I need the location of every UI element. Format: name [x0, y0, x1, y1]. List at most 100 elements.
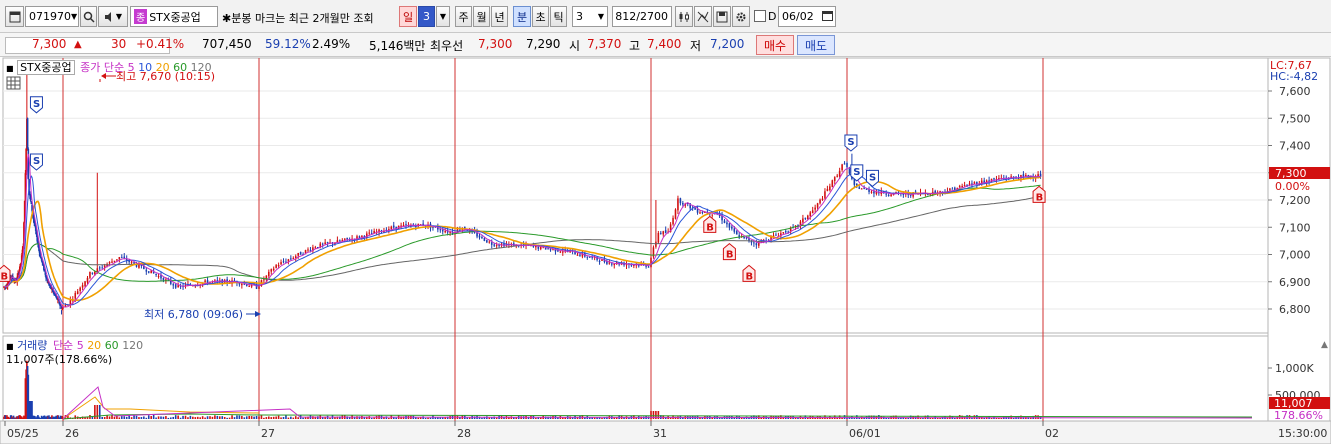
- gear-icon[interactable]: [732, 6, 750, 27]
- volume-bar: [204, 417, 206, 419]
- date-input[interactable]: 06/02: [778, 6, 836, 27]
- chevron-down-icon[interactable]: ▼: [598, 12, 604, 21]
- volume-bar: [843, 415, 846, 419]
- candle-body: [1022, 174, 1025, 177]
- current-price-tag: 7,300: [1275, 167, 1307, 180]
- candle-body: [498, 245, 500, 247]
- y-tick-label: 7,200: [1279, 194, 1311, 207]
- volume-bar: [334, 417, 336, 419]
- volume-bar: [182, 415, 184, 419]
- candle-body: [488, 241, 491, 243]
- candle-body: [775, 234, 777, 236]
- period-day-count[interactable]: 3: [418, 6, 435, 27]
- volume-ratio: 59.12%: [265, 37, 311, 51]
- speaker-icon[interactable]: ▼: [98, 6, 128, 27]
- ma-period-20: 20: [155, 61, 170, 74]
- interval-select[interactable]: 3 ▼: [572, 6, 608, 27]
- volume-bar: [238, 415, 241, 419]
- volume-bar: [170, 417, 172, 419]
- y-tick-label: 7,000: [1279, 249, 1311, 262]
- volume-bar: [214, 415, 216, 419]
- candle-body: [280, 262, 282, 265]
- volume-bar: [268, 416, 270, 419]
- x-tick-label: 28: [457, 427, 471, 440]
- candle-body: [294, 256, 297, 259]
- date-checkbox[interactable]: [754, 10, 766, 22]
- chevron-down-icon[interactable]: ▼: [71, 12, 79, 21]
- volume-bar: [287, 417, 290, 419]
- volume-bar: [495, 417, 498, 419]
- chevron-down-icon[interactable]: ▼: [436, 6, 450, 27]
- candle-body: [490, 242, 493, 245]
- chart-canvas[interactable]: SSBBBBSSSB 7,6007,5007,4007,3007,2007,10…: [0, 57, 1331, 445]
- volume-bar: [243, 417, 246, 419]
- volume-scroll-up-icon[interactable]: ▲: [1321, 340, 1328, 350]
- period-month-button[interactable]: 월: [473, 6, 490, 27]
- volume-bar: [958, 415, 961, 419]
- chevron-down-icon[interactable]: ▼: [116, 12, 122, 21]
- candle-body: [735, 231, 738, 235]
- volume-bar: [304, 417, 307, 419]
- volume-bar: [743, 417, 745, 419]
- price-panel-frame: [2, 57, 1269, 334]
- candle-body: [873, 191, 875, 194]
- high-label: 고: [629, 39, 641, 53]
- period-week-button[interactable]: 주: [455, 6, 472, 27]
- window-icon[interactable]: [5, 6, 24, 27]
- marker-letter: B: [1, 271, 9, 282]
- candle-settings-icon[interactable]: [675, 6, 693, 27]
- candle-body: [339, 240, 341, 242]
- sell-button[interactable]: 매도: [797, 35, 835, 55]
- high-price: 7,400: [647, 37, 682, 51]
- buy-button[interactable]: 매수: [756, 35, 794, 55]
- volume-bar: [143, 416, 145, 419]
- candle-body: [268, 271, 270, 277]
- chart-area[interactable]: SSBBBBSSSB 7,6007,5007,4007,3007,2007,10…: [0, 57, 1331, 445]
- period-minute-button[interactable]: 분: [513, 6, 531, 27]
- volume-bar: [162, 416, 165, 419]
- marker-letter: S: [33, 99, 40, 110]
- candle-body: [392, 225, 395, 228]
- candle-body: [292, 257, 295, 259]
- volume-bar: [294, 416, 297, 419]
- candle-body: [694, 207, 696, 210]
- search-icon[interactable]: [80, 6, 97, 27]
- volume-bar: [199, 417, 201, 419]
- period-second-button[interactable]: 초: [532, 6, 549, 27]
- volume-bar: [628, 417, 630, 419]
- candle-body: [826, 188, 829, 191]
- period-day-button[interactable]: 일: [399, 6, 417, 27]
- data-count-field[interactable]: 812/2700: [612, 6, 672, 27]
- quote-bar: 7,300 ▲ 30 +0.41% 707,450 59.12% 2.49% 5…: [0, 33, 1331, 57]
- ma-label: 종가 단순: [80, 61, 125, 74]
- volume-bar: [285, 415, 287, 419]
- candle-body: [272, 268, 275, 271]
- candle-body: [145, 269, 148, 272]
- candle-body: [346, 237, 348, 240]
- volume-bar: [535, 417, 537, 419]
- candle-body: [723, 220, 726, 223]
- draw-tool-icon[interactable]: [694, 6, 712, 27]
- stock-name-field[interactable]: 종 STX중공업: [130, 6, 218, 27]
- calendar-icon[interactable]: [822, 10, 835, 24]
- period-year-button[interactable]: 년: [491, 6, 508, 27]
- period-tick-button[interactable]: 틱: [550, 6, 567, 27]
- candle-body: [321, 243, 324, 245]
- candle-body: [647, 266, 650, 268]
- candle-body: [890, 194, 892, 197]
- candle-body: [297, 253, 299, 256]
- candle-body: [949, 188, 951, 191]
- stock-code-input[interactable]: 071970 ▼: [25, 6, 79, 27]
- save-icon[interactable]: [713, 6, 731, 27]
- x-tick-label: 05/25: [7, 427, 39, 440]
- volume-bar: [140, 417, 143, 419]
- volume-bar: [130, 417, 133, 419]
- candle-body: [784, 231, 787, 233]
- candle-body: [108, 261, 111, 264]
- marker-letter: S: [869, 172, 876, 183]
- legend-marker-icon: ■: [6, 64, 14, 73]
- grid-toggle-icon[interactable]: [6, 76, 21, 90]
- x-tick-label: 26: [65, 427, 79, 440]
- candle-body: [733, 228, 736, 232]
- candle-body: [588, 256, 591, 258]
